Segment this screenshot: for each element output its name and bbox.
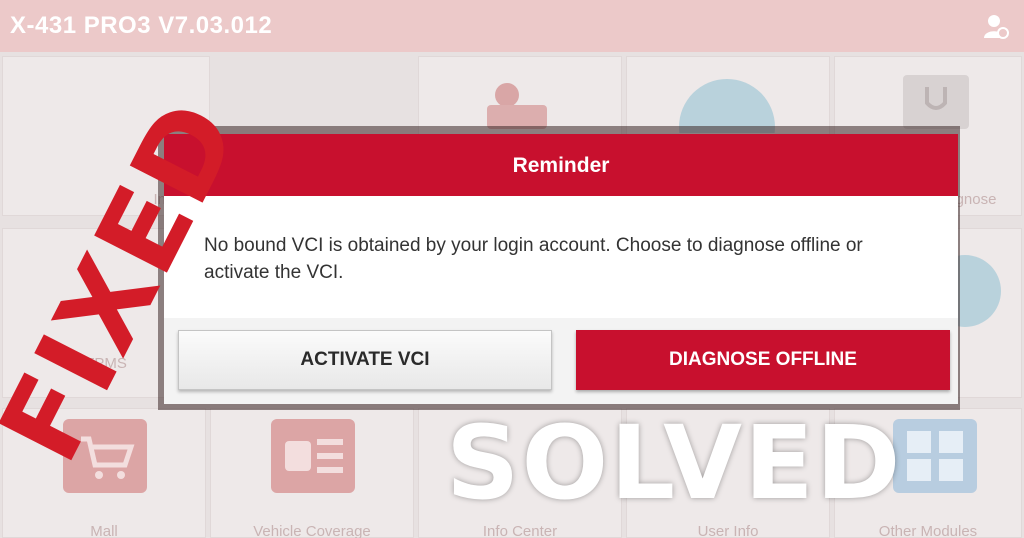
module-tile-vehicle-coverage[interactable]: Vehicle Coverage — [210, 408, 414, 538]
module-label: Info Center — [482, 523, 558, 538]
dialog-title: Reminder — [512, 154, 610, 177]
module-label: Mall — [90, 523, 118, 538]
diagnose-offline-button[interactable]: DIAGNOSE OFFLINE — [576, 330, 950, 390]
reminder-dialog: Reminder No bound VCI is obtained by you… — [164, 134, 958, 404]
dialog-message: No bound VCI is obtained by your login a… — [204, 235, 863, 283]
vehicle-coverage-icon — [271, 419, 355, 498]
activate-vci-button[interactable]: ACTIVATE VCI — [178, 330, 552, 390]
other-modules-icon — [893, 419, 977, 498]
app-title: X-431 PRO3 V7.03.012 — [10, 12, 273, 39]
module-label: User Info — [697, 523, 759, 538]
module-label: Vehicle Coverage — [253, 523, 371, 538]
dialog-header: Reminder — [164, 134, 958, 196]
user-settings-icon[interactable] — [982, 12, 1010, 40]
solved-overlay-text: SOLVED — [446, 404, 903, 523]
obd-port-icon — [901, 73, 971, 134]
top-bar: X-431 PRO3 V7.03.012 — [0, 0, 1024, 52]
module-label: Other Modules — [878, 523, 978, 538]
